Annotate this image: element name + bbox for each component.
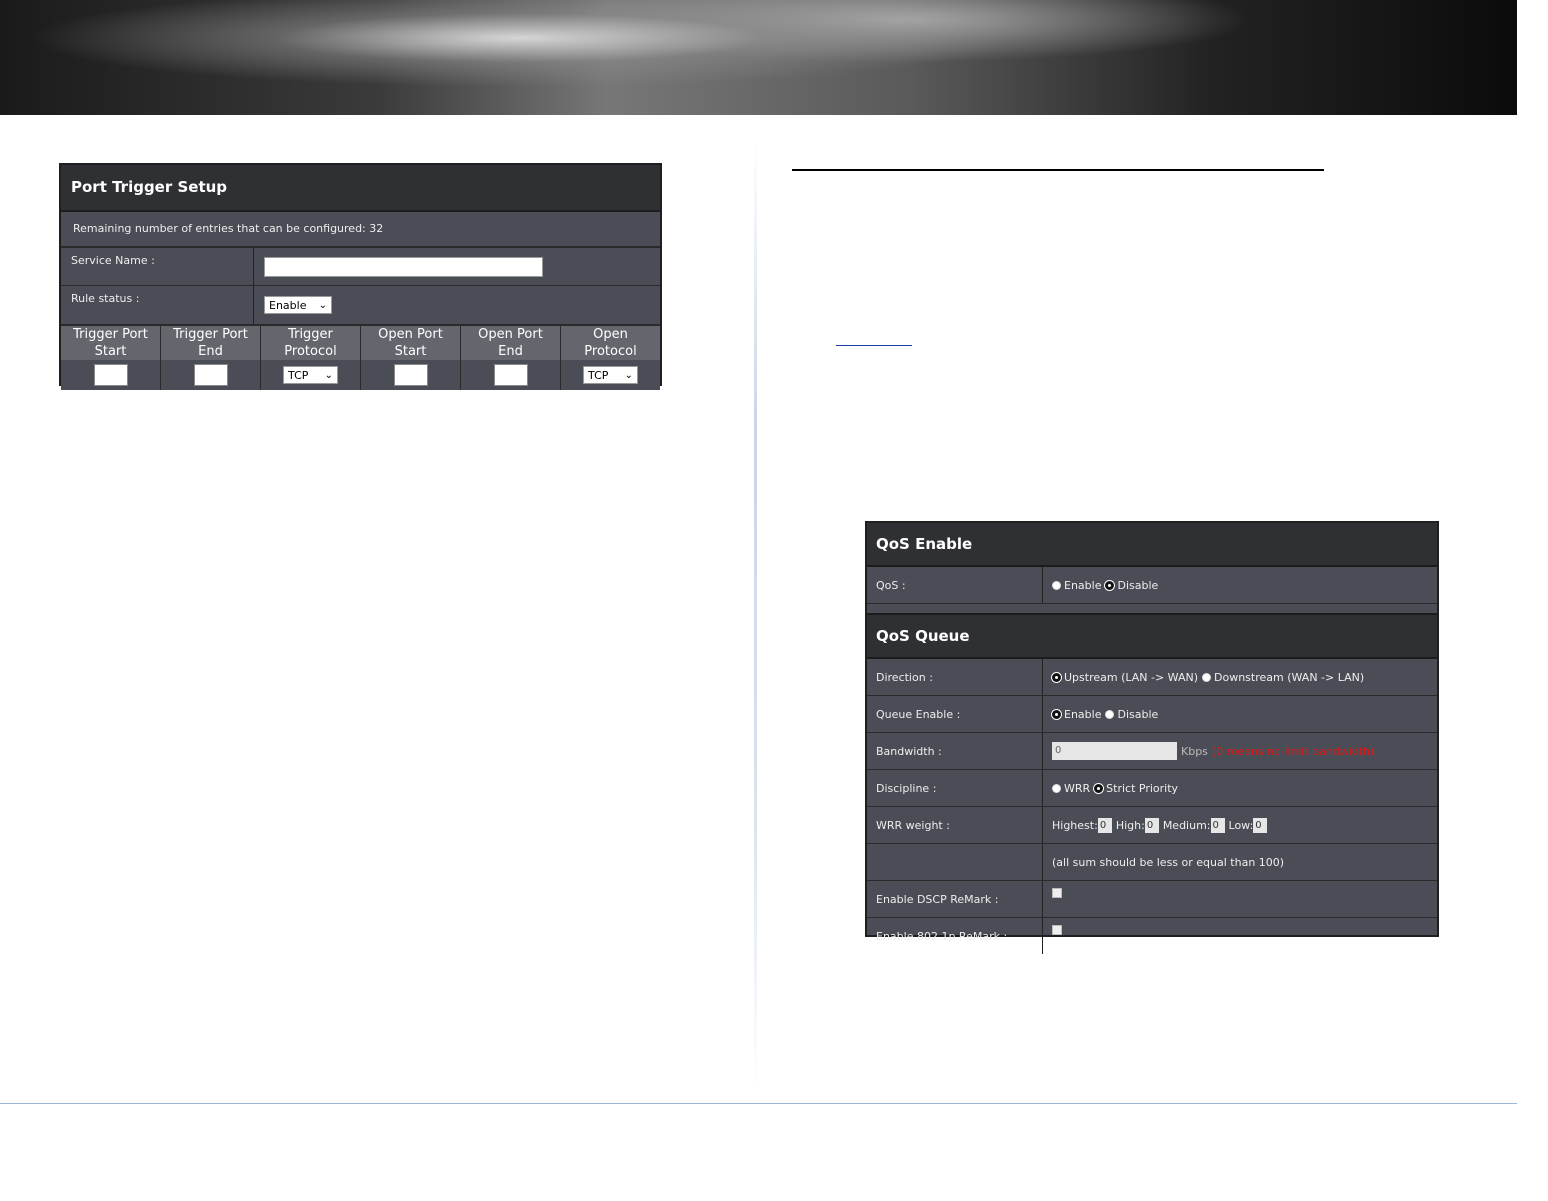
col-trigger-port-start: Trigger Port Start [61, 326, 161, 360]
trigger-port-start-input[interactable] [93, 364, 128, 386]
hyperlink-underline[interactable] [836, 345, 912, 346]
discipline-row: Discipline : WRR Strict Priority [867, 770, 1437, 807]
dot1p-remark-checkbox[interactable] [1052, 925, 1062, 935]
wrr-high-input[interactable]: 0 [1144, 817, 1159, 833]
service-name-row: Service Name : [61, 248, 660, 286]
direction-row: Direction : Upstream (LAN -> WAN) Downst… [867, 659, 1437, 696]
bandwidth-unit: Kbps [1181, 744, 1208, 758]
qos-panel: QoS Enable QoS : Enable Disable QoS Queu… [865, 521, 1439, 954]
dot1p-remark-row: Enable 802.1p ReMark : [867, 918, 1437, 954]
rule-status-row: Rule status : Enable ⌄ [61, 286, 660, 326]
col-trigger-port-end: Trigger Port End [161, 326, 261, 360]
chevron-down-icon: ⌄ [324, 369, 333, 381]
qos-enable-title: QoS Enable [867, 523, 1437, 567]
open-port-start-input[interactable] [393, 364, 428, 386]
rule-status-value: Enable [269, 298, 307, 312]
bandwidth-input[interactable]: 0 [1052, 742, 1177, 760]
col-open-port-end: Open Port End [461, 326, 561, 360]
upstream-radio[interactable] [1052, 672, 1061, 682]
strict-priority-radio[interactable] [1094, 783, 1104, 793]
trigger-protocol-select[interactable]: TCP ⌄ [283, 366, 338, 384]
header-banner [0, 0, 1517, 115]
bandwidth-row: Bandwidth : 0 Kbps (0 means no limit ban… [867, 733, 1437, 770]
queue-enable-radio[interactable] [1052, 709, 1061, 719]
wrr-medium-input[interactable]: 0 [1210, 817, 1225, 833]
qos-enable-radio[interactable] [1052, 580, 1061, 590]
trigger-port-end-input[interactable] [193, 364, 228, 386]
qos-queue-title: QoS Queue [867, 615, 1437, 659]
qos-row: QoS : Enable Disable [867, 567, 1437, 604]
wrr-highest-input[interactable]: 0 [1097, 817, 1112, 833]
discipline-label: Discipline : [867, 770, 1043, 806]
section-rule [792, 169, 1324, 171]
port-trigger-panel: Port Trigger Setup Remaining number of e… [59, 163, 662, 390]
remaining-entries-text: Remaining number of entries that can be … [61, 212, 660, 248]
queue-enable-label: Queue Enable : [867, 696, 1043, 732]
col-open-protocol: Open Protocol [584, 327, 637, 359]
open-protocol-select[interactable]: TCP ⌄ [583, 366, 638, 384]
dscp-remark-label: Enable DSCP ReMark : [867, 881, 1043, 917]
service-name-label: Service Name : [61, 248, 254, 285]
port-grid-row: TCP ⌄ TCP ⌄ [61, 360, 660, 390]
downstream-radio[interactable] [1202, 672, 1212, 682]
wrr-weight-row: WRR weight : Highest: 0 High: 0 Medium: 0 L… [867, 807, 1437, 844]
queue-disable-radio[interactable] [1105, 709, 1115, 719]
direction-label: Direction : [867, 659, 1043, 695]
chevron-down-icon: ⌄ [624, 369, 633, 381]
wrr-low-input[interactable]: 0 [1253, 817, 1268, 833]
port-trigger-title: Port Trigger Setup [61, 165, 660, 212]
service-name-input[interactable] [264, 256, 543, 277]
bandwidth-note: (0 means no limit bandwidth) [1211, 744, 1375, 758]
port-grid-header: Trigger Port Start Trigger Port End Trigge… [61, 326, 660, 360]
footer-rule [0, 1103, 1517, 1104]
rule-status-select[interactable]: Enable ⌄ [264, 296, 332, 314]
qos-label: QoS : [867, 567, 1043, 603]
col-open-port-start: Open Port Start [361, 326, 461, 360]
dscp-remark-row: Enable DSCP ReMark : [867, 881, 1437, 918]
open-port-end-input[interactable] [493, 364, 528, 386]
col-trigger-protocol: Trigger Protocol [261, 326, 361, 360]
column-divider [754, 140, 757, 1090]
wrr-note-row: (all sum should be less or equal than 10… [867, 844, 1437, 881]
wrr-note: (all sum should be less or equal than 10… [1052, 855, 1285, 869]
rule-status-label: Rule status : [61, 286, 254, 324]
wrr-weight-label: WRR weight : [867, 807, 1043, 843]
wrr-radio[interactable] [1052, 783, 1061, 793]
chevron-down-icon: ⌄ [318, 299, 327, 311]
dot1p-remark-label: Enable 802.1p ReMark : [867, 918, 1043, 954]
bandwidth-label: Bandwidth : [867, 733, 1043, 769]
qos-disable-radio[interactable] [1105, 580, 1115, 590]
dscp-remark-checkbox[interactable] [1052, 888, 1062, 898]
queue-enable-row: Queue Enable : Enable Disable [867, 696, 1437, 733]
